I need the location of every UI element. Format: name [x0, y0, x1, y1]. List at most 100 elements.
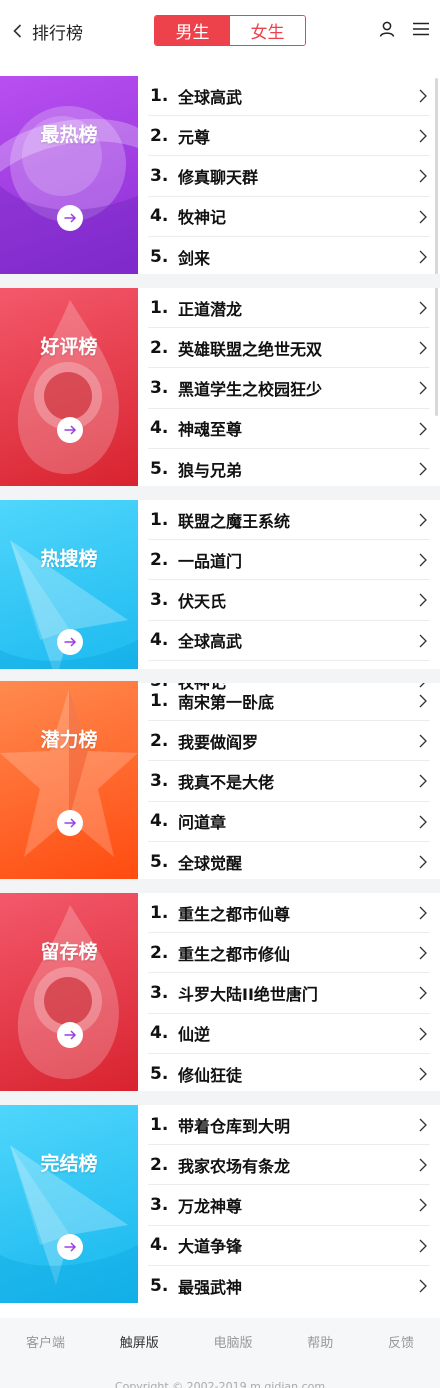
arrow-right-icon[interactable] [57, 1234, 83, 1260]
list-item[interactable]: 4. 全球高武 [148, 621, 430, 661]
book-title: 狼与兄弟 [178, 460, 243, 480]
rank-name: 热搜榜 [40, 548, 98, 570]
book-title: 全球高武 [178, 632, 243, 652]
chevron-right-icon [419, 301, 427, 315]
user-icon[interactable] [378, 20, 396, 38]
book-title: 南宋第一卧底 [178, 692, 275, 712]
rank-number: 5. [150, 246, 169, 267]
book-list: 1. 南宋第一卧底 2. 我要做阎罗 3. 我真不是大佬 4. 问道章 5. 全球觉醒 [148, 681, 430, 882]
list-item[interactable]: 2. 我要做阎罗 [148, 721, 430, 762]
footer-link-help[interactable]: 帮助 [307, 1332, 333, 1351]
book-title: 重生之都市修仙 [178, 944, 291, 964]
arrow-right-icon[interactable] [57, 205, 83, 231]
rank-number: 1. [150, 297, 169, 318]
rank-number: 3. [150, 377, 169, 398]
tab-female[interactable]: 女生 [230, 16, 305, 45]
list-item[interactable]: 1. 南宋第一卧底 [148, 681, 430, 722]
book-title: 仙逆 [178, 1025, 211, 1045]
book-title: 我家农场有条龙 [178, 1156, 291, 1176]
list-item[interactable]: 5. 最强武神 [148, 1266, 430, 1306]
list-item[interactable]: 1. 全球高武 [148, 76, 430, 117]
rank-banner[interactable]: 好评榜 [0, 288, 138, 486]
rank-number: 5. [150, 1275, 169, 1296]
rank-name: 潜力榜 [40, 729, 98, 751]
list-item[interactable]: 4. 大道争锋 [148, 1226, 430, 1266]
tab-male[interactable]: 男生 [155, 16, 230, 45]
rank-number: 4. [150, 1023, 169, 1044]
list-item[interactable]: 1. 联盟之魔王系统 [148, 500, 430, 541]
chevron-right-icon [419, 986, 427, 1000]
page-footer: 客户端 触屏版 电脑版 帮助 反馈 Copyright © 2002-2019 … [0, 1318, 440, 1388]
menu-icon[interactable] [412, 20, 430, 38]
list-item[interactable]: 3. 斗罗大陆II绝世唐门 [148, 973, 430, 1014]
chevron-right-icon [419, 129, 427, 143]
list-item[interactable]: 5. 全球觉醒 [148, 842, 430, 882]
chevron-right-icon [419, 1279, 427, 1293]
list-item[interactable]: 1. 重生之都市仙尊 [148, 893, 430, 934]
arrow-right-icon[interactable] [57, 629, 83, 655]
book-title: 全球觉醒 [178, 853, 243, 873]
chevron-right-icon [419, 815, 427, 829]
chevron-right-icon [419, 89, 427, 103]
chevron-right-icon [419, 1027, 427, 1041]
rank-banner[interactable]: 完结榜 [0, 1105, 138, 1303]
list-item[interactable]: 4. 问道章 [148, 802, 430, 842]
book-title: 元尊 [178, 127, 211, 147]
arrow-right-icon[interactable] [57, 810, 83, 836]
list-item[interactable]: 2. 英雄联盟之绝世无双 [148, 328, 430, 369]
list-item[interactable]: 1. 带着仓库到大明 [148, 1105, 430, 1146]
rank-number: 2. [150, 549, 169, 570]
list-item[interactable]: 2. 元尊 [148, 116, 430, 157]
back-button[interactable]: 排行榜 [10, 18, 83, 44]
list-item[interactable]: 4. 神魂至尊 [148, 409, 430, 449]
chevron-right-icon [419, 1198, 427, 1212]
chevron-right-icon [419, 1158, 427, 1172]
list-item[interactable]: 2. 我家农场有条龙 [148, 1145, 430, 1186]
rank-banner[interactable]: 留存榜 [0, 893, 138, 1091]
chevron-right-icon [419, 422, 427, 436]
rank-name: 完结榜 [40, 1153, 98, 1175]
chevron-right-icon [419, 946, 427, 960]
rank-number: 5. [150, 851, 169, 872]
rank-number: 4. [150, 418, 169, 439]
list-item[interactable]: 4. 牧神记 [148, 197, 430, 237]
arrow-right-icon[interactable] [57, 417, 83, 443]
list-item[interactable]: 3. 万龙神尊 [148, 1185, 430, 1226]
rank-number: 4. [150, 811, 169, 832]
rank-number: 3. [150, 982, 169, 1003]
list-item[interactable]: 3. 修真聊天群 [148, 156, 430, 197]
rank-number: 3. [150, 165, 169, 186]
list-item[interactable]: 2. 重生之都市修仙 [148, 933, 430, 974]
list-item[interactable]: 1. 正道潜龙 [148, 288, 430, 329]
footer-link-desktop[interactable]: 电脑版 [213, 1332, 252, 1351]
chevron-right-icon [419, 855, 427, 869]
book-list: 1. 正道潜龙 2. 英雄联盟之绝世无双 3. 黑道学生之校园狂少 4. 神魂至尊 5.… [148, 288, 430, 489]
list-item[interactable]: 5. 剑来 [148, 237, 430, 277]
book-title: 联盟之魔王系统 [178, 511, 291, 531]
list-item[interactable]: 3. 我真不是大佬 [148, 761, 430, 802]
footer-link-touch[interactable]: 触屏版 [120, 1332, 159, 1351]
chevron-right-icon [419, 250, 427, 264]
rank-number: 3. [150, 1194, 169, 1215]
section-divider [0, 274, 440, 288]
arrow-right-icon[interactable] [57, 1022, 83, 1048]
book-title: 斗罗大陆II绝世唐门 [178, 984, 318, 1004]
book-title: 问道章 [178, 813, 227, 833]
list-item[interactable]: 5. 狼与兄弟 [148, 449, 430, 489]
footer-link-feedback[interactable]: 反馈 [388, 1332, 414, 1351]
footer-link-client[interactable]: 客户端 [26, 1332, 65, 1351]
list-item[interactable]: 3. 伏天氏 [148, 580, 430, 621]
rank-number: 1. [150, 1114, 169, 1135]
list-item[interactable]: 2. 一品道门 [148, 540, 430, 581]
book-title: 我要做阎罗 [178, 732, 259, 752]
list-item[interactable]: 5. 修仙狂徒 [148, 1054, 430, 1094]
rank-number: 2. [150, 337, 169, 358]
list-item[interactable]: 3. 黑道学生之校园狂少 [148, 368, 430, 409]
rank-banner[interactable]: 潜力榜 [0, 681, 138, 879]
list-item[interactable]: 4. 仙逆 [148, 1014, 430, 1054]
chevron-right-icon [419, 513, 427, 527]
rank-number: 5. [150, 458, 169, 479]
book-title: 带着仓库到大明 [178, 1116, 291, 1136]
rank-number: 2. [150, 730, 169, 751]
rank-banner[interactable]: 最热榜 [0, 76, 138, 274]
